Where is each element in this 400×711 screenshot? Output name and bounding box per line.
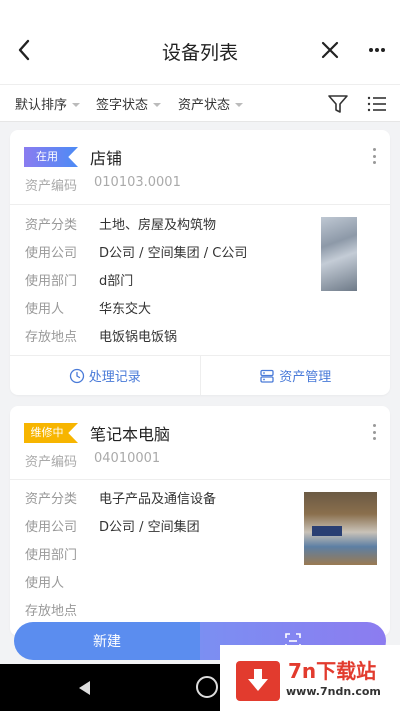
watermark-url: www.7ndn.com bbox=[286, 685, 381, 698]
process-records-label: 处理记录 bbox=[88, 370, 141, 385]
divider bbox=[10, 479, 390, 480]
clock-record-icon bbox=[69, 368, 84, 383]
nav-home-icon[interactable] bbox=[196, 676, 218, 698]
department-value: d部门 bbox=[99, 274, 134, 289]
department-label: 使用部门 bbox=[25, 548, 78, 563]
category-label: 资产分类 bbox=[25, 492, 78, 507]
card-actions: 处理记录 资产管理 bbox=[10, 356, 390, 395]
asset-card[interactable]: 在用 店铺 资产编码 010103.0001 资产分类 土地、房屋及构筑物 使用… bbox=[10, 130, 390, 395]
status-badge: 维修中 bbox=[24, 423, 78, 443]
process-records-button[interactable]: 处理记录 bbox=[10, 356, 200, 395]
company-value: D公司 / 空间集团 bbox=[99, 520, 200, 535]
filter-bar: 默认排序 签字状态 资产状态 bbox=[0, 84, 400, 122]
location-label: 存放地点 bbox=[25, 330, 78, 345]
asset-manage-button[interactable]: 资产管理 bbox=[199, 356, 391, 395]
filter-asset-status[interactable]: 资产状态 bbox=[178, 94, 244, 113]
filter-asset-status-label: 资产状态 bbox=[178, 98, 231, 113]
filter-sign-status-label: 签字状态 bbox=[96, 98, 149, 113]
asset-manage-label: 资产管理 bbox=[279, 370, 332, 385]
filter-sort[interactable]: 默认排序 bbox=[15, 94, 81, 113]
asset-name: 店铺 bbox=[90, 149, 123, 168]
funnel-icon[interactable] bbox=[326, 92, 350, 116]
department-label: 使用部门 bbox=[25, 274, 78, 289]
filter-sign-status[interactable]: 签字状态 bbox=[96, 94, 162, 113]
download-logo-icon bbox=[236, 661, 280, 701]
category-value: 土地、房屋及构筑物 bbox=[99, 218, 217, 233]
category-label: 资产分类 bbox=[25, 218, 78, 233]
user-label: 使用人 bbox=[25, 576, 65, 591]
asset-name: 笔记本电脑 bbox=[90, 425, 171, 444]
list-view-icon[interactable] bbox=[365, 92, 389, 116]
status-badge: 在用 bbox=[24, 147, 78, 167]
server-icon bbox=[260, 369, 274, 383]
nav-back-icon[interactable] bbox=[77, 680, 91, 700]
divider bbox=[10, 204, 390, 205]
category-value: 电子产品及通信设备 bbox=[99, 492, 217, 507]
filter-sort-label: 默认排序 bbox=[15, 98, 68, 113]
asset-card[interactable]: 维修中 笔记本电脑 资产编码 04010001 资产分类 电子产品及通信设备 使… bbox=[10, 406, 390, 636]
asset-code-label: 资产编码 bbox=[25, 455, 78, 470]
watermark-title: 7n下载站 bbox=[288, 659, 377, 683]
caret-down-icon bbox=[235, 102, 244, 107]
company-label: 使用公司 bbox=[25, 520, 78, 535]
caret-down-icon bbox=[153, 102, 162, 107]
asset-code-value: 04010001 bbox=[94, 451, 161, 466]
asset-thumbnail[interactable] bbox=[304, 492, 377, 565]
user-label: 使用人 bbox=[25, 302, 65, 317]
caret-down-icon bbox=[72, 102, 81, 107]
user-value: 华东交大 bbox=[99, 302, 152, 317]
company-value: D公司 / 空间集团 / C公司 bbox=[99, 246, 248, 261]
more-icon[interactable] bbox=[364, 36, 390, 64]
location-value: 电饭锅电饭锅 bbox=[99, 330, 178, 345]
asset-thumbnail[interactable] bbox=[321, 217, 357, 291]
app-header: 设备列表 bbox=[0, 0, 400, 84]
new-button[interactable]: 新建 bbox=[14, 622, 200, 660]
watermark: 7n下载站 www.7ndn.com bbox=[220, 645, 400, 711]
company-label: 使用公司 bbox=[25, 246, 78, 261]
asset-code-value: 010103.0001 bbox=[94, 175, 181, 190]
close-icon[interactable] bbox=[316, 36, 344, 64]
asset-code-label: 资产编码 bbox=[25, 179, 78, 194]
kebab-menu-icon[interactable] bbox=[366, 422, 382, 442]
kebab-menu-icon[interactable] bbox=[366, 146, 382, 166]
location-label: 存放地点 bbox=[25, 604, 78, 619]
